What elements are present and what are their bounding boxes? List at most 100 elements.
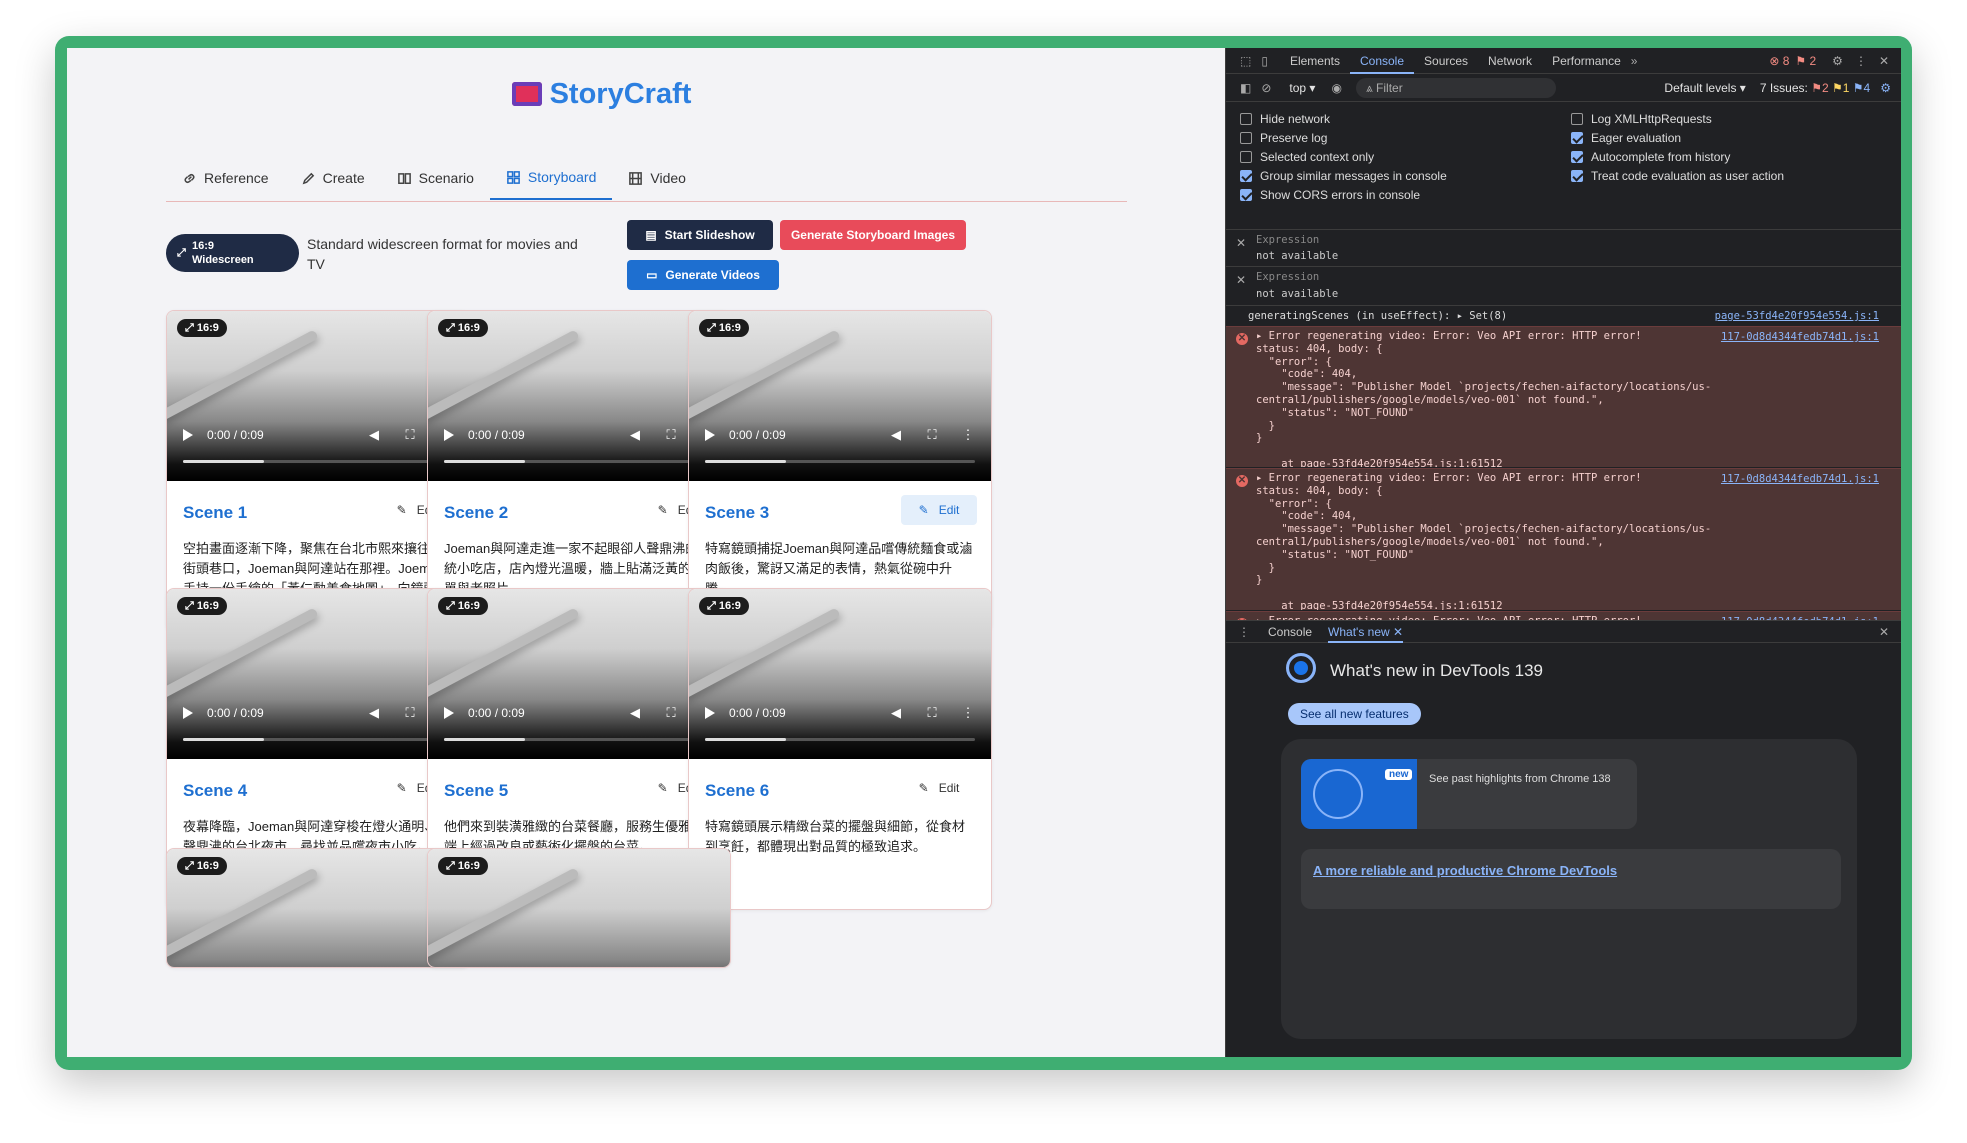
start-slideshow-button[interactable]: ▤ Start Slideshow [627, 220, 773, 250]
warning-count-icon[interactable]: ⚑ 2 [1795, 54, 1816, 68]
inspect-icon[interactable]: ⬚ [1240, 54, 1251, 68]
checkbox[interactable] [1571, 113, 1583, 125]
play-icon[interactable] [183, 429, 193, 441]
tab-video[interactable]: Video [612, 156, 702, 200]
console-setting-checkbox[interactable]: Eager evaluation [1571, 131, 1681, 145]
error-source-link[interactable]: 117-0d8d4344fedb74d1.js:1 [1721, 331, 1879, 343]
context-select[interactable]: top ▾ [1289, 81, 1315, 95]
volume-icon[interactable]: ◀ [628, 428, 642, 442]
fullscreen-icon[interactable]: ⛶ [664, 428, 678, 442]
scene-video-player[interactable]: ⤢ 16:9 0:00 / 0:09 ◀ ⛶ ⋮ [689, 589, 991, 759]
article-item[interactable]: A more reliable and productive Chrome De… [1301, 849, 1841, 909]
checkbox[interactable] [1571, 170, 1583, 182]
volume-icon[interactable]: ◀ [889, 428, 903, 442]
play-icon[interactable] [705, 429, 715, 441]
scene-video-player[interactable]: ⤢ 16:9 0:00 / 0:09 ◀ ⛶ ⋮ [428, 311, 730, 481]
video-progress[interactable] [705, 738, 975, 741]
scene-video-player[interactable]: ⤢ 16:9 [428, 849, 730, 967]
error-source-link[interactable]: 117-0d8d4344fedb74d1.js:1 [1721, 473, 1879, 485]
issues-button[interactable]: 7 Issues: ⚑2 ⚑1 ⚑4 [1760, 81, 1870, 95]
play-icon[interactable] [705, 707, 715, 719]
fullscreen-icon[interactable]: ⛶ [664, 706, 678, 720]
console-setting-checkbox[interactable]: Preserve log [1240, 131, 1327, 145]
video-progress[interactable] [183, 460, 453, 463]
tab-create[interactable]: Create [285, 156, 381, 200]
log-source-link[interactable]: page-53fd4e20f954e554.js:1 [1715, 310, 1879, 322]
fullscreen-icon[interactable]: ⛶ [925, 706, 939, 720]
fullscreen-icon[interactable]: ⛶ [925, 428, 939, 442]
checkbox[interactable] [1240, 151, 1252, 163]
article-link[interactable]: A more reliable and productive Chrome De… [1313, 863, 1617, 878]
eye-icon[interactable]: ◉ [1331, 81, 1341, 95]
log-levels-select[interactable]: Default levels ▾ [1664, 81, 1745, 95]
tab-reference[interactable]: Reference [166, 156, 285, 200]
kebab-icon[interactable]: ⋮ [961, 706, 975, 720]
app-logo[interactable]: StoryCraft [67, 78, 1136, 111]
tab-performance[interactable]: Performance [1542, 54, 1631, 68]
checkbox[interactable] [1571, 132, 1583, 144]
tab-sources[interactable]: Sources [1414, 54, 1478, 68]
console-setting-checkbox[interactable]: Show CORS errors in console [1240, 188, 1420, 202]
more-tabs-icon[interactable]: » [1631, 54, 1638, 68]
drawer-tab-console[interactable]: Console [1268, 625, 1312, 639]
console-setting-checkbox[interactable]: Treat code evaluation as user action [1571, 169, 1784, 183]
console-setting-checkbox[interactable]: Selected context only [1240, 150, 1374, 164]
checkbox[interactable] [1240, 132, 1252, 144]
close-expression-icon[interactable]: ✕ [1236, 273, 1246, 287]
volume-icon[interactable]: ◀ [367, 428, 381, 442]
volume-icon[interactable]: ◀ [889, 706, 903, 720]
tab-elements[interactable]: Elements [1280, 54, 1350, 68]
sidebar-toggle-icon[interactable]: ◧ [1240, 81, 1251, 95]
generate-videos-button[interactable]: ▭ Generate Videos [627, 260, 779, 290]
play-icon[interactable] [183, 707, 193, 719]
checkbox[interactable] [1571, 151, 1583, 163]
video-progress[interactable] [705, 460, 975, 463]
device-toolbar-icon[interactable]: ▯ [1261, 54, 1268, 68]
fullscreen-icon[interactable]: ⛶ [403, 428, 417, 442]
tab-network[interactable]: Network [1478, 54, 1542, 68]
expression-label[interactable]: Expression [1256, 271, 1319, 283]
console-setting-checkbox[interactable]: Group similar messages in console [1240, 169, 1447, 183]
tab-scenario[interactable]: Scenario [381, 156, 490, 200]
highlights-item[interactable]: new See past highlights from Chrome 138 [1301, 759, 1637, 829]
edit-scene-button[interactable]: ✎ Edit [901, 773, 977, 803]
scene-video-player[interactable]: ⤢ 16:9 0:00 / 0:09 ◀ ⛶ ⋮ [167, 311, 469, 481]
checkbox[interactable] [1240, 170, 1252, 182]
kebab-icon[interactable]: ⋮ [1855, 54, 1867, 68]
scene-video-player[interactable]: ⤢ 16:9 0:00 / 0:09 ◀ ⛶ ⋮ [689, 311, 991, 481]
fullscreen-icon[interactable]: ⛶ [403, 706, 417, 720]
video-progress[interactable] [444, 460, 714, 463]
aspect-ratio-selector[interactable]: ⤢ 16:9 Widescreen [166, 234, 299, 272]
scene-video-player[interactable]: ⤢ 16:9 [167, 849, 469, 967]
console-setting-checkbox[interactable]: Log XMLHttpRequests [1571, 112, 1712, 126]
clear-console-icon[interactable]: ⊘ [1261, 81, 1271, 95]
tab-console[interactable]: Console [1349, 48, 1415, 74]
close-icon[interactable]: ✕ [1879, 54, 1889, 68]
filter-input[interactable]: ⩓ Filter [1355, 77, 1556, 98]
scene-video-player[interactable]: ⤢ 16:9 0:00 / 0:09 ◀ ⛶ ⋮ [428, 589, 730, 759]
volume-icon[interactable]: ◀ [628, 706, 642, 720]
edit-scene-button[interactable]: ✎ Edit [901, 495, 977, 525]
drawer-menu-icon[interactable]: ⋮ [1238, 625, 1250, 639]
error-count-icon[interactable]: ⊗ 8 [1769, 54, 1789, 68]
checkbox[interactable] [1240, 189, 1252, 201]
gear-icon[interactable]: ⚙ [1832, 54, 1843, 68]
console-error-message[interactable]: ✕ 117-0d8d4344fedb74d1.js:1 ▸ Error rege… [1226, 468, 1901, 610]
see-all-features-button[interactable]: See all new features [1288, 703, 1421, 725]
drawer-tab-whats-new[interactable]: What's new ✕ [1328, 621, 1404, 643]
console-error-message[interactable]: ✕ 117-0d8d4344fedb74d1.js:1 ▸ Error rege… [1226, 326, 1901, 467]
close-expression-icon[interactable]: ✕ [1236, 236, 1246, 250]
video-progress[interactable] [183, 738, 453, 741]
close-drawer-icon[interactable]: ✕ [1879, 625, 1889, 639]
play-icon[interactable] [444, 429, 454, 441]
console-settings-icon[interactable]: ⚙ [1880, 81, 1891, 95]
kebab-icon[interactable]: ⋮ [961, 428, 975, 442]
video-progress[interactable] [444, 738, 714, 741]
expression-label[interactable]: Expression [1256, 234, 1319, 246]
play-icon[interactable] [444, 707, 454, 719]
close-tab-icon[interactable]: ✕ [1393, 625, 1403, 639]
tab-storyboard[interactable]: Storyboard [489, 156, 613, 200]
checkbox[interactable] [1240, 113, 1252, 125]
generate-storyboard-images-button[interactable]: Generate Storyboard Images [780, 220, 966, 250]
console-setting-checkbox[interactable]: Hide network [1240, 112, 1330, 126]
